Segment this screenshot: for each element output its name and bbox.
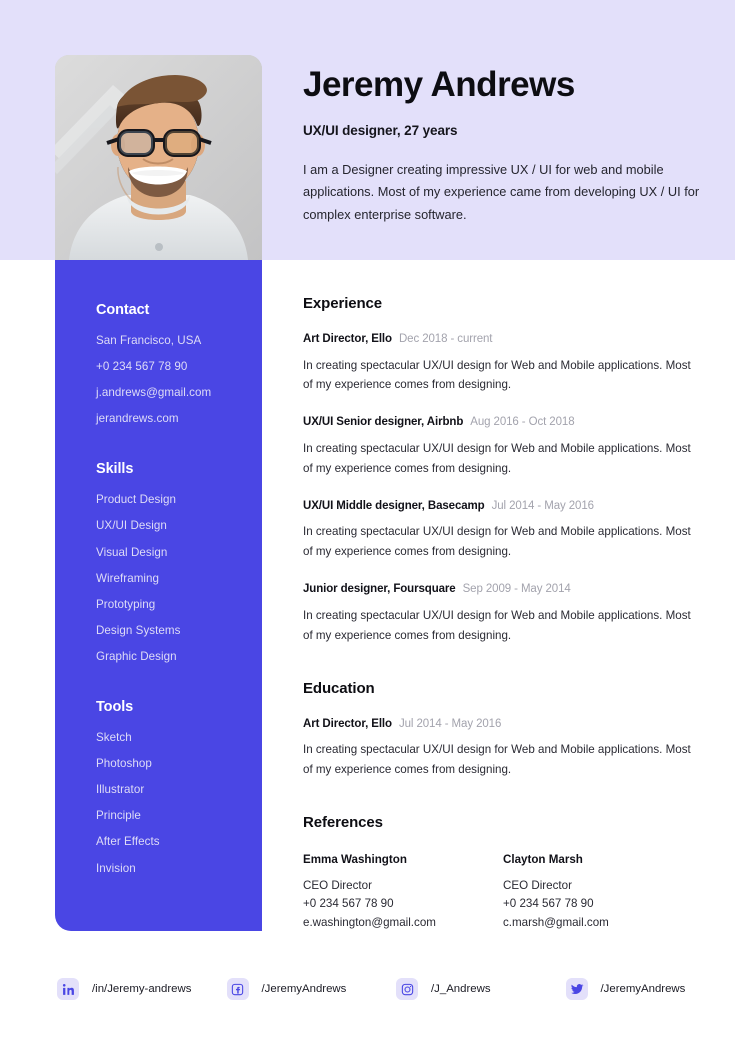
avatar [55, 55, 262, 260]
reference-card: Emma Washington CEO Director +0 234 567 … [303, 853, 503, 932]
social-link-facebook[interactable]: /JeremyAndrews [226, 978, 397, 1000]
list-item[interactable]: jerandrews.com [96, 413, 262, 425]
list-item: Illustrator [96, 783, 145, 797]
entry-date: Jul 2014 - May 2016 [398, 717, 502, 730]
reference-email[interactable]: e.washington@gmail.com [303, 914, 503, 932]
list-item: Design Systems [96, 623, 181, 637]
entry-description: In creating spectacular UX/UI design for… [303, 358, 691, 392]
social-label: /JeremyAndrews [261, 983, 347, 995]
contact-list: San Francisco, USA +0 234 567 78 90 j.an… [96, 335, 262, 425]
references-list: Emma Washington CEO Director +0 234 567 … [303, 853, 703, 932]
job-role-subtitle: UX/UI designer, 27 years [303, 122, 458, 138]
list-item: UX/UI Design [96, 519, 167, 533]
linkedin-icon [57, 978, 79, 1000]
twitter-icon [565, 978, 588, 1000]
entry-role: UX/UI Middle designer, Basecamp [303, 499, 485, 512]
reference-phone[interactable]: +0 234 567 78 90 [503, 895, 703, 913]
section-title-education: Education [303, 679, 375, 697]
list-item: Visual Design [96, 545, 168, 559]
list-item: Prototyping [96, 597, 156, 611]
entry-description: In creating spectacular UX/UI design for… [303, 608, 691, 642]
social-label: /JeremyAndrews [600, 983, 686, 995]
list-item: Wireframing [96, 571, 160, 585]
entry-date: Dec 2018 - current [398, 333, 493, 345]
entry-description: In creating spectacular UX/UI design for… [303, 441, 691, 475]
list-item: San Francisco, USA [96, 334, 202, 347]
list-item[interactable]: j.andrews@gmail.com [96, 387, 262, 399]
social-label: /in/Jeremy-andrews [92, 983, 192, 995]
tools-list: Sketch Photoshop Illustrator Principle A… [96, 732, 262, 874]
experience-entry: UX/UI Middle designer, Basecamp Jul 2014 … [303, 499, 703, 562]
education-entry: Art Director, Ello Jul 2014 - May 2016 In… [303, 717, 703, 780]
experience-entry: Art Director, Ello Dec 2018 - current In … [303, 333, 703, 395]
sidebar-section-title-skills: Skills [96, 461, 134, 478]
list-item: Invision [96, 861, 136, 875]
reference-email[interactable]: c.marsh@gmail.com [503, 914, 703, 932]
reference-name: Emma Washington [303, 852, 407, 866]
entry-date: Jul 2014 - May 2016 [491, 499, 594, 512]
entry-heading: Art Director, Ello Jul 2014 - May 2016 [303, 717, 703, 731]
sidebar-section-title-contact: Contact [96, 302, 150, 318]
list-item: After Effects [96, 835, 160, 849]
entry-description: In creating spectacular UX/UI design for… [303, 525, 691, 559]
entry-role: UX/UI Senior designer, Airbnb [303, 416, 464, 429]
profile-summary: I am a Designer creating impressive UX /… [303, 161, 700, 223]
social-label: /J_Andrews [431, 983, 491, 995]
entry-role: Junior designer, Foursquare [303, 583, 456, 596]
facebook-icon [226, 978, 249, 1000]
social-link-twitter[interactable]: /JeremyAndrews [565, 978, 735, 1000]
list-item: Photoshop [96, 757, 152, 771]
resume-page: Jeremy Andrews UX/UI designer, 27 years … [0, 0, 735, 1040]
entry-role: Art Director, Ello [303, 717, 392, 730]
entry-description: In creating spectacular UX/UI design for… [303, 743, 691, 776]
list-item: Product Design [96, 493, 176, 507]
entry-date: Sep 2009 - May 2014 [462, 583, 571, 596]
list-item: Graphic Design [96, 649, 177, 663]
entry-date: Aug 2016 - Oct 2018 [470, 416, 575, 429]
reference-position: CEO Director [303, 878, 372, 892]
section-title-references: References [303, 813, 383, 831]
social-link-linkedin[interactable]: /in/Jeremy-andrews [57, 978, 227, 1000]
entry-heading: UX/UI Middle designer, Basecamp Jul 2014 … [303, 499, 703, 513]
main-content: Experience Art Director, Ello Dec 2018 - … [303, 295, 703, 932]
experience-entry: Junior designer, Foursquare Sep 2009 - Ma… [303, 583, 703, 645]
reference-card: Clayton Marsh CEO Director +0 234 567 78… [503, 853, 703, 932]
social-link-instagram[interactable]: /J_Andrews [396, 978, 566, 1000]
reference-position: CEO Director [503, 878, 572, 892]
sidebar-section-title-tools: Tools [96, 699, 134, 716]
portrait-photo-icon [55, 55, 262, 260]
section-title-experience: Experience [303, 295, 383, 312]
entry-role: Art Director, Ello [303, 333, 392, 345]
header-text: Jeremy Andrews UX/UI designer, 27 years … [303, 65, 703, 227]
list-item: Principle [96, 809, 141, 823]
skills-list: Product Design UX/UI Design Visual Desig… [96, 494, 262, 662]
sidebar: Contact San Francisco, USA +0 234 567 78… [55, 260, 262, 931]
reference-name: Clayton Marsh [503, 852, 583, 866]
page-title: Jeremy Andrews [303, 65, 575, 104]
entry-heading: Art Director, Ello Dec 2018 - current [303, 333, 703, 346]
list-item[interactable]: +0 234 567 78 90 [96, 361, 262, 373]
entry-heading: UX/UI Senior designer, Airbnb Aug 2016 - … [303, 417, 703, 429]
reference-phone[interactable]: +0 234 567 78 90 [303, 895, 503, 913]
instagram-icon [396, 978, 418, 1000]
social-footer: /in/Jeremy-andrews /JeremyAndrews /J_And… [0, 960, 735, 1018]
entry-heading: Junior designer, Foursquare Sep 2009 - Ma… [303, 583, 703, 596]
experience-entry: UX/UI Senior designer, Airbnb Aug 2016 - … [303, 417, 703, 478]
list-item: Sketch [96, 731, 132, 745]
